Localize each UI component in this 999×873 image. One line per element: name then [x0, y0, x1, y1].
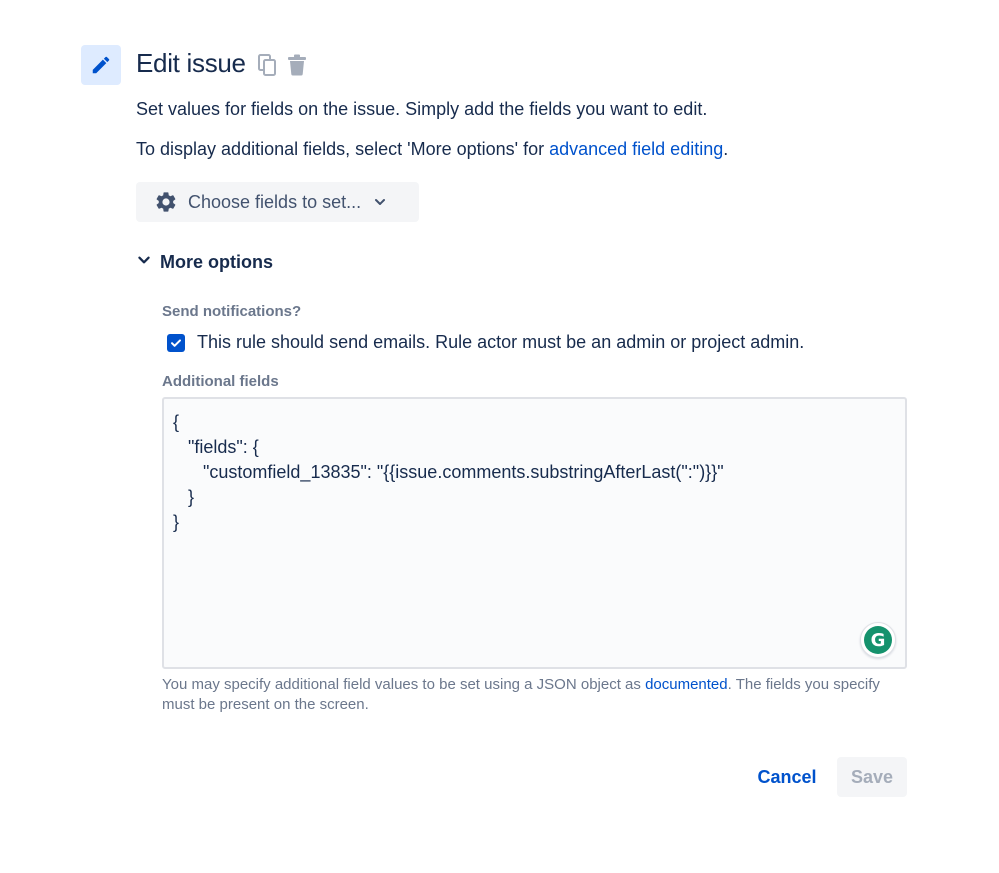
advanced-field-editing-link[interactable]: advanced field editing: [549, 139, 723, 159]
choose-fields-label: Choose fields to set...: [188, 191, 362, 212]
grammarly-icon: G: [864, 626, 892, 654]
description-line-2-suffix: .: [723, 139, 729, 159]
json-line: "fields": {: [173, 437, 259, 457]
helper-text: You may specify additional field values …: [162, 676, 646, 693]
gear-icon: [154, 190, 178, 214]
copy-icon[interactable]: [256, 54, 278, 76]
send-emails-checkbox-label[interactable]: This rule should send emails. Rule actor…: [197, 332, 804, 353]
json-line: {: [173, 412, 180, 432]
edit-issue-panel: Edit issue Set values for fields on the …: [0, 0, 999, 873]
documented-link[interactable]: documented: [645, 676, 728, 693]
additional-fields-label: Additional fields: [162, 373, 279, 390]
more-options-label: More options: [160, 252, 273, 272]
save-button[interactable]: Save: [837, 757, 907, 797]
title-actions: [256, 54, 308, 76]
chevron-down-icon: [136, 252, 152, 273]
additional-fields-textarea[interactable]: { "fields": { "customfield_13835": "{{is…: [162, 397, 907, 669]
description-line-2-text: To display additional fields, select 'Mo…: [136, 139, 550, 159]
json-line: }: [173, 512, 180, 532]
description-line-2: To display additional fields, select 'Mo…: [136, 139, 728, 160]
send-emails-checkbox[interactable]: [167, 333, 185, 352]
chevron-down-icon: [373, 195, 387, 209]
choose-fields-button[interactable]: Choose fields to set...: [136, 182, 419, 222]
page-title: Edit issue: [136, 48, 246, 78]
additional-fields-helper-text: You may specify additional field values …: [162, 675, 902, 715]
pencil-icon: [81, 45, 121, 85]
send-emails-option: This rule should send emails. Rule actor…: [167, 332, 804, 353]
grammarly-button[interactable]: G: [860, 622, 896, 658]
description-line-1: Set values for fields on the issue. Simp…: [136, 99, 708, 119]
send-notifications-label: Send notifications?: [162, 303, 302, 320]
more-options-toggle[interactable]: More options: [136, 252, 273, 273]
trash-icon[interactable]: [286, 54, 308, 76]
json-line: }: [173, 487, 195, 507]
json-line: "customfield_13835": "{{issue.comments.s…: [173, 462, 724, 482]
cancel-button[interactable]: Cancel: [746, 757, 828, 797]
